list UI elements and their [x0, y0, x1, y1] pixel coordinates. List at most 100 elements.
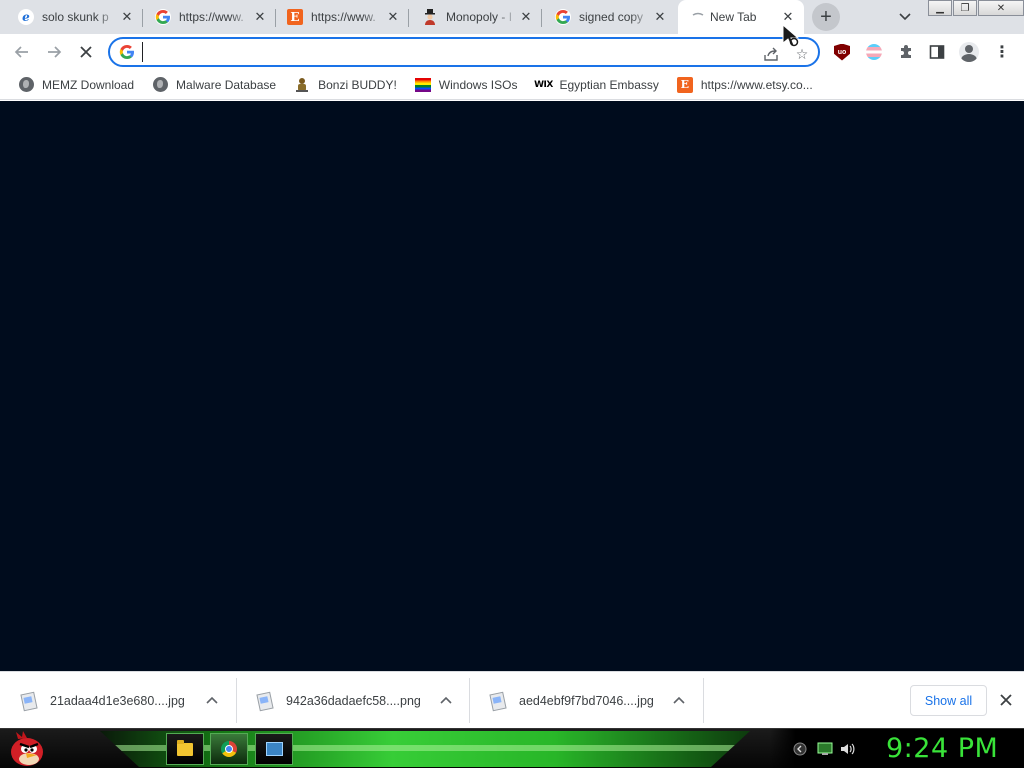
folder-icon: [177, 739, 193, 756]
arrow-left-icon: [14, 46, 28, 58]
minimize-button[interactable]: ▁: [928, 0, 952, 16]
restore-icon: ❐: [960, 2, 970, 14]
image-file-icon: [20, 693, 38, 709]
ublock-shield-icon: uo: [834, 43, 850, 61]
address-input[interactable]: [142, 42, 742, 62]
stop-loading-button[interactable]: [75, 41, 97, 63]
ie-favicon-icon: e: [18, 9, 34, 25]
arrow-right-icon: [48, 46, 62, 58]
bookmark-bonzi-buddy[interactable]: Bonzi BUDDY!: [290, 73, 401, 97]
close-icon[interactable]: ✕: [252, 9, 268, 25]
download-item[interactable]: 21adaa4d1e3e680....jpg: [0, 672, 236, 729]
monopoly-man-icon: [422, 9, 438, 25]
close-icon[interactable]: ✕: [119, 9, 135, 25]
download-item[interactable]: aed4ebf9f7bd7046....jpg: [469, 672, 703, 729]
close-icon[interactable]: ✕: [385, 9, 401, 25]
chrome-menu-button[interactable]: ⋮: [992, 42, 1012, 62]
address-bar[interactable]: ☆: [108, 37, 820, 67]
new-tab-button[interactable]: +: [812, 3, 840, 31]
window-controls: ▁ ❐ ✕: [928, 0, 1024, 16]
tab-signed-copy[interactable]: signed copy ✕: [542, 0, 676, 34]
tab-search-button[interactable]: [895, 8, 915, 26]
image-file-icon: [489, 693, 507, 709]
bookmark-label: https://www.etsy.co...: [700, 77, 813, 92]
download-filename: 942a36dadaefc58....png: [286, 693, 421, 708]
bookmark-memz-download[interactable]: MEMZ Download: [14, 73, 138, 97]
bookmark-malware-database[interactable]: Malware Database: [148, 73, 280, 97]
restore-button[interactable]: ❐: [953, 0, 977, 16]
side-panel-icon: [929, 45, 945, 59]
globe-icon: [152, 77, 168, 93]
share-icon[interactable]: [762, 45, 780, 63]
loading-spinner-icon: [690, 9, 706, 25]
close-shelf-button[interactable]: [997, 691, 1015, 709]
bookmark-egyptian-embassy[interactable]: WIX Egyptian Embassy: [531, 73, 662, 97]
close-icon[interactable]: ✕: [780, 9, 796, 25]
bookmark-windows-isos[interactable]: Windows ISOs: [411, 73, 522, 97]
bookmark-label: MEMZ Download: [42, 77, 135, 92]
tab-title: https://www.: [179, 10, 244, 24]
chrome-icon: [221, 741, 237, 757]
network-icon[interactable]: [817, 741, 833, 757]
taskbar-file-explorer[interactable]: [166, 733, 204, 765]
chevron-up-icon[interactable]: [438, 692, 454, 708]
tray-expand-icon[interactable]: [792, 741, 808, 757]
close-icon[interactable]: ✕: [518, 9, 534, 25]
window-icon: [265, 742, 283, 756]
puzzle-piece-icon: [901, 45, 911, 58]
download-shelf: 21adaa4d1e3e680....jpg 942a36dadaefc58..…: [0, 671, 1024, 728]
bookmarks-bar: MEMZ Download Malware Database Bonzi BUD…: [0, 70, 1024, 100]
tab-title: https://www.: [311, 10, 376, 24]
chevron-up-icon[interactable]: [204, 692, 220, 708]
taskbar-chrome[interactable]: [210, 733, 248, 765]
close-icon: [80, 46, 92, 58]
minimize-icon: ▁: [936, 2, 944, 14]
back-button[interactable]: [11, 41, 33, 63]
close-icon: [1000, 694, 1012, 706]
etsy-icon: E: [676, 76, 693, 93]
tab-strip: e solo skunk p ✕ https://www. ✕ E https:…: [0, 0, 1024, 34]
tab-title: signed copy: [579, 10, 644, 24]
avatar-icon: [959, 42, 979, 62]
download-separator: [703, 678, 704, 723]
extensions-button[interactable]: [896, 42, 916, 62]
tab-solo-skunk[interactable]: e solo skunk p ✕: [0, 0, 143, 34]
globe-icon: [18, 77, 34, 93]
show-all-button[interactable]: Show all: [910, 685, 987, 716]
wix-icon: WIX: [534, 79, 553, 90]
taskbar-window[interactable]: [255, 733, 293, 765]
browser-toolbar: ☆ uo ⋮: [0, 34, 1024, 70]
tab-etsy[interactable]: E https://www. ✕: [276, 0, 409, 34]
chevron-down-icon: [899, 13, 911, 21]
rainbow-flag-icon: [414, 77, 431, 93]
profile-button[interactable]: [959, 42, 979, 62]
download-item[interactable]: 942a36dadaefc58....png: [236, 672, 469, 729]
trans-flag-icon: [866, 44, 882, 60]
plus-icon: +: [820, 5, 832, 28]
chevron-up-icon[interactable]: [671, 692, 687, 708]
side-panel-button[interactable]: [927, 42, 947, 62]
tab-title: solo skunk p: [42, 10, 109, 24]
more-vertical-icon: ⋮: [994, 44, 1010, 61]
page-content[interactable]: [0, 101, 1024, 671]
google-favicon-icon: [555, 9, 571, 25]
bookmark-label: Egyptian Embassy: [559, 77, 659, 92]
bookmark-label: Bonzi BUDDY!: [318, 77, 397, 92]
taskbar-clock[interactable]: 9:24 PM: [886, 733, 998, 764]
angry-bird-start-icon[interactable]: [8, 731, 46, 767]
forward-button[interactable]: [43, 41, 65, 63]
close-window-button[interactable]: ✕: [978, 0, 1024, 16]
bookmark-etsy[interactable]: E https://www.etsy.co...: [673, 73, 817, 97]
google-favicon-icon: [155, 9, 171, 25]
tab-google-1[interactable]: https://www. ✕: [143, 0, 276, 34]
tab-monopoly[interactable]: Monopoly - I ✕: [409, 0, 542, 34]
tab-title: New Tab: [710, 10, 757, 24]
flag-extension-button[interactable]: [864, 42, 884, 62]
bookmark-label: Windows ISOs: [438, 77, 518, 92]
mouse-cursor-icon: [782, 24, 800, 47]
close-icon[interactable]: ✕: [652, 9, 668, 25]
ublock-origin-button[interactable]: uo: [832, 42, 852, 62]
google-icon: [119, 45, 134, 59]
volume-icon[interactable]: [840, 741, 856, 757]
etsy-favicon-icon: E: [287, 9, 303, 25]
